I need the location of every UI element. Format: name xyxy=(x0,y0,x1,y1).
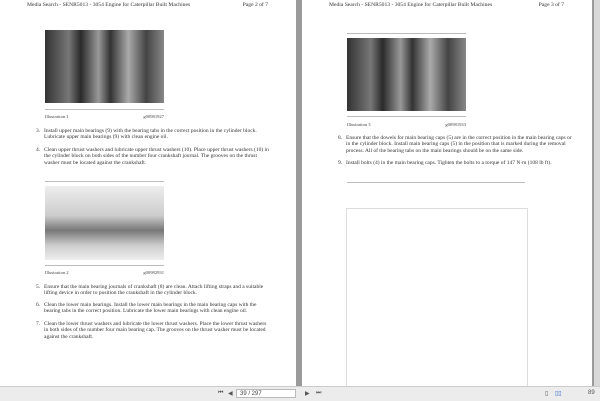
two-page-view-icon[interactable]: ▯▯ xyxy=(555,390,562,397)
divider xyxy=(45,265,164,266)
caption-label: Illustration 2 xyxy=(45,270,69,275)
previous-page-button[interactable]: ◀ xyxy=(228,390,233,397)
zoom-level[interactable]: 89 xyxy=(588,390,595,396)
step-number: 6. xyxy=(36,302,41,308)
next-page-button[interactable]: ▶ xyxy=(305,390,310,397)
page-number: Page 3 of 7 xyxy=(538,2,564,8)
last-page-button[interactable]: ⏭ xyxy=(316,390,321,397)
illustration-1-image xyxy=(45,30,164,103)
illustration-2-caption: Illustration 2 g00982931 xyxy=(45,270,164,275)
pdf-page-2: Media Search - SENR5013 - 3054 Engine fo… xyxy=(0,0,296,386)
illustration-1-caption: Illustration 1 g00981927 xyxy=(45,114,164,119)
step-text: Clean the lower main bearings. Install t… xyxy=(44,302,257,315)
illustration-2-image xyxy=(45,186,164,260)
page-header: Media Search - SENR5013 - 3054 Engine fo… xyxy=(27,2,191,8)
step-number: 7. xyxy=(36,321,41,327)
viewer-toolbar: ⏮ ◀ 39 / 297 ▶ ⏭ ▯ ▯▯ 89 xyxy=(0,386,600,401)
divider xyxy=(45,109,164,110)
divider xyxy=(347,116,466,117)
step-3: 3. Install upper main bearings (9) with t… xyxy=(36,128,271,141)
divider xyxy=(347,182,525,183)
step-text: Clean upper thrust washers and lubricate… xyxy=(44,147,269,166)
caption-code: g00981933 xyxy=(445,122,466,127)
step-number: 5. xyxy=(36,284,41,290)
step-text: Install bolts (4) in the main bearing ca… xyxy=(346,160,552,166)
page-header: Media Search - SENR5013 - 3054 Engine fo… xyxy=(329,2,493,8)
step-6: 6. Clean the lower main bearings. Install… xyxy=(36,302,271,315)
step-8: 8. Ensure that the dowels for main bearin… xyxy=(338,135,573,154)
step-9: 9. Install bolts (4) in the main bearing … xyxy=(338,160,573,166)
step-4: 4. Clean upper thrust washers and lubrica… xyxy=(36,147,271,166)
step-text: Ensure that the main bearing journals of… xyxy=(44,284,264,297)
first-page-button[interactable]: ⏮ xyxy=(218,390,223,397)
divider xyxy=(347,33,466,34)
step-text: Install upper main bearings (9) with the… xyxy=(44,128,257,141)
page-number: Page 2 of 7 xyxy=(242,2,268,8)
step-number: 4. xyxy=(36,147,41,153)
step-5: 5. Ensure that the main bearing journals … xyxy=(36,284,271,297)
caption-label: Illustration 3 xyxy=(347,122,371,127)
step-number: 9. xyxy=(338,160,343,166)
page-number-input[interactable]: 39 / 297 xyxy=(236,389,296,398)
divider xyxy=(45,181,164,182)
step-text: Ensure that the dowels for main bearing … xyxy=(346,135,572,154)
illustration-4-drawing xyxy=(346,208,528,388)
illustration-3-image xyxy=(347,38,466,111)
illustration-3-caption: Illustration 3 g00981933 xyxy=(347,122,466,127)
vertical-scrollbar[interactable] xyxy=(594,0,600,386)
step-number: 3. xyxy=(36,128,41,134)
step-text: Clean the lower thrust washers and lubri… xyxy=(44,321,267,340)
single-page-view-icon[interactable]: ▯ xyxy=(545,390,548,397)
caption-label: Illustration 1 xyxy=(45,114,69,119)
step-7: 7. Clean the lower thrust washers and lub… xyxy=(36,321,271,340)
caption-code: g00982931 xyxy=(143,270,164,275)
step-number: 8. xyxy=(338,135,343,141)
caption-code: g00981927 xyxy=(143,114,164,119)
pdf-page-3: Media Search - SENR5013 - 3054 Engine fo… xyxy=(302,0,592,388)
